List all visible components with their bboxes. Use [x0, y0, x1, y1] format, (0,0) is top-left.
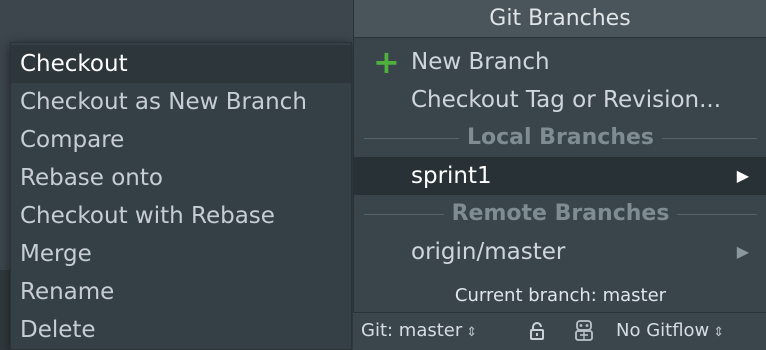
branch-item-sprint1[interactable]: sprint1 ▶	[354, 157, 766, 195]
editor-gutter	[0, 270, 10, 350]
menu-item-delete[interactable]: Delete	[11, 311, 351, 349]
git-branches-popup: Git Branches + New Branch Checkout Tag o…	[353, 0, 766, 350]
branch-item-origin-master[interactable]: origin/master ▶	[354, 233, 766, 271]
menu-item-merge[interactable]: Merge	[11, 235, 351, 273]
menu-item-rebase-onto[interactable]: Rebase onto	[11, 159, 351, 197]
local-branches-label: Local Branches	[458, 125, 663, 150]
current-branch-label: Current branch: master	[354, 280, 766, 312]
new-branch-label: New Branch	[411, 49, 550, 75]
menu-item-checkout[interactable]: Checkout	[11, 45, 351, 83]
updown-icon: ⇕	[713, 325, 725, 340]
new-branch-action[interactable]: + New Branch	[354, 43, 766, 81]
remote-branches-label: Remote Branches	[443, 201, 678, 226]
status-bar: Git: master ⇕ No Gitflow ⇕	[353, 312, 766, 350]
gitflow-label: No Gitflow	[616, 320, 710, 341]
gitflow-robot-icon[interactable]	[571, 318, 597, 344]
branches-list: + New Branch Checkout Tag or Revision...…	[354, 43, 766, 271]
branch-name: origin/master	[411, 239, 566, 265]
git-branch-widget[interactable]: Git: master ⇕	[361, 313, 477, 350]
updown-icon: ⇕	[466, 325, 478, 340]
menu-item-rename[interactable]: Rename	[11, 273, 351, 311]
checkout-tag-label: Checkout Tag or Revision...	[411, 87, 722, 113]
branch-actions-menu: Checkout Checkout as New Branch Compare …	[10, 42, 352, 350]
editor-top-area	[0, 0, 353, 42]
menu-item-checkout-new-branch[interactable]: Checkout as New Branch	[11, 83, 351, 121]
menu-item-checkout-with-rebase[interactable]: Checkout with Rebase	[11, 197, 351, 235]
gitflow-widget[interactable]: No Gitflow ⇕	[616, 313, 724, 350]
local-branches-header: Local Branches	[354, 119, 766, 157]
popup-title: Git Branches	[354, 0, 766, 38]
submenu-arrow-icon: ▶	[736, 166, 749, 185]
remote-branches-header: Remote Branches	[354, 195, 766, 233]
lock-icon[interactable]	[529, 322, 545, 340]
checkout-tag-action[interactable]: Checkout Tag or Revision...	[354, 81, 766, 119]
menu-item-compare[interactable]: Compare	[11, 121, 351, 159]
git-branch-label: Git: master	[361, 320, 463, 341]
plus-icon: +	[373, 43, 400, 81]
submenu-arrow-icon: ▶	[736, 242, 749, 261]
branch-name: sprint1	[411, 163, 492, 189]
